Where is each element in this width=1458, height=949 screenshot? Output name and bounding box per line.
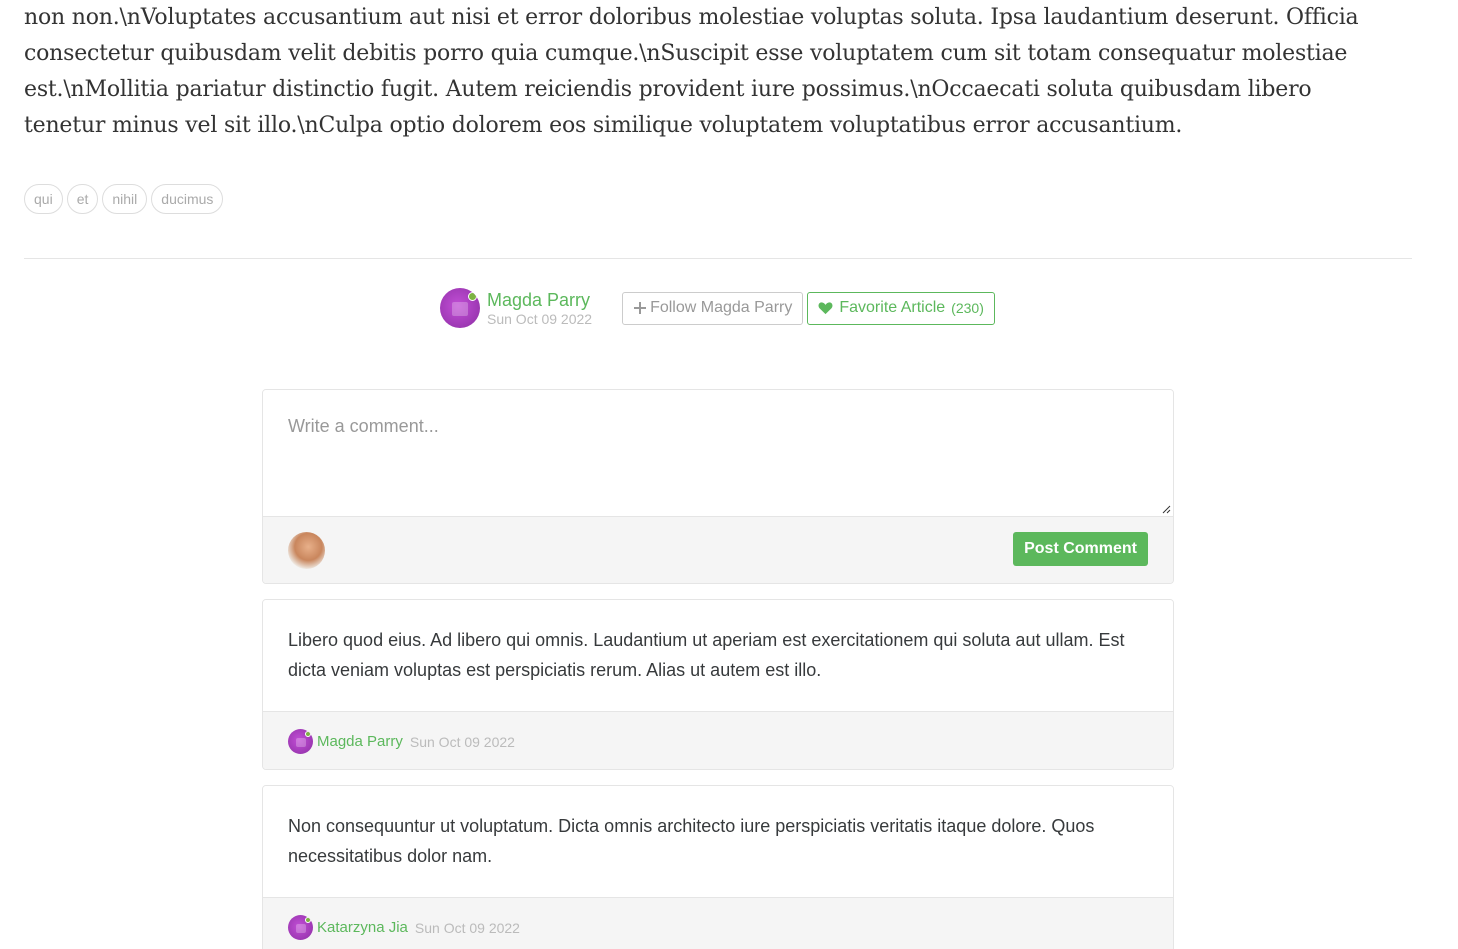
comment-author-link[interactable]: Katarzyna Jia <box>317 919 408 936</box>
comment-footer: Katarzyna Jia Sun Oct 09 2022 <box>263 897 1173 949</box>
author-info: Magda Parry Sun Oct 09 2022 <box>487 289 592 327</box>
comment-author-link[interactable]: Magda Parry <box>317 733 403 750</box>
comment-author-avatar[interactable] <box>288 729 313 754</box>
tag-pill[interactable]: qui <box>24 184 63 214</box>
comment-input[interactable]: Write a comment... <box>263 390 1173 516</box>
tag-pill[interactable]: ducimus <box>151 184 224 214</box>
comment-footer: Magda Parry Sun Oct 09 2022 <box>263 711 1173 769</box>
comment-card: Non consequuntur ut voluptatum. Dicta om… <box>262 785 1174 949</box>
author-link[interactable]: Magda Parry <box>487 289 592 311</box>
comment-form-footer: Post Comment <box>263 516 1173 583</box>
comment-author-avatar[interactable] <box>288 915 313 940</box>
tag-pill[interactable]: et <box>66 184 99 214</box>
comment-date: Sun Oct 09 2022 <box>409 733 515 750</box>
plus-icon <box>634 302 647 314</box>
tag-pill[interactable]: nihil <box>102 184 148 214</box>
post-comment-button[interactable]: Post Comment <box>1013 532 1148 566</box>
comment-form: Write a comment... Post Comment <box>262 389 1174 584</box>
resize-handle-icon[interactable] <box>1161 504 1171 514</box>
follow-label: Follow Magda Parry <box>650 299 793 316</box>
article-date: Sun Oct 09 2022 <box>487 311 593 327</box>
favorite-count: (230) <box>951 300 984 316</box>
tag-list: qui et nihil ducimus <box>24 184 224 214</box>
comment-date: Sun Oct 09 2022 <box>414 919 520 936</box>
article-meta: Magda Parry Sun Oct 09 2022 Follow Magda… <box>440 288 995 328</box>
article-text: non non.\nVoluptates accusantium aut nis… <box>24 5 1366 138</box>
divider <box>24 258 1412 259</box>
comment-card: Libero quod eius. Ad libero qui omnis. L… <box>262 599 1174 770</box>
author-avatar[interactable] <box>440 288 480 328</box>
current-user-avatar <box>288 532 325 569</box>
article-body: non non.\nVoluptates accusantium aut nis… <box>24 0 1394 144</box>
follow-button[interactable]: Follow Magda Parry <box>622 291 804 325</box>
comment-body: Libero quod eius. Ad libero qui omnis. L… <box>263 600 1173 711</box>
heart-icon <box>818 302 833 315</box>
comment-body: Non consequuntur ut voluptatum. Dicta om… <box>263 786 1173 897</box>
favorite-label: Favorite Article <box>839 299 946 316</box>
favorite-button[interactable]: Favorite Article (230) <box>807 291 995 325</box>
